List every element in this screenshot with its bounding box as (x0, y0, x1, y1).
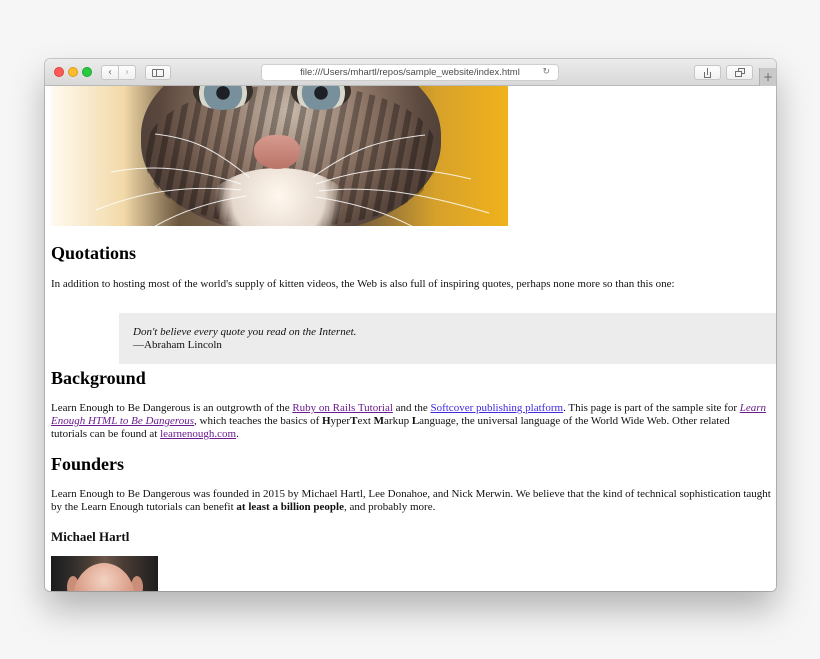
chevron-right-icon: › (125, 66, 129, 78)
maximize-window-button[interactable] (82, 67, 92, 77)
share-icon (703, 67, 712, 78)
browser-toolbar: ‹ › file:///Users/mhartl/repos/sample_we… (45, 59, 776, 86)
michael-hartl-heading: Michael Hartl (51, 529, 130, 544)
address-text: file:///Users/mhartl/repos/sample_websit… (300, 67, 520, 78)
kitten-whiskers (95, 133, 490, 226)
billion-people-emphasis: at least a billion people (236, 501, 344, 513)
quote-author: —Abraham Lincoln (133, 339, 222, 351)
ruby-on-rails-tutorial-link[interactable]: Ruby on Rails Tutorial (292, 402, 393, 414)
background-text-2: and the (392, 402, 431, 414)
markup-initial: M (373, 415, 385, 427)
hyper-initial: H (321, 415, 331, 427)
text-rest: ext (357, 415, 374, 427)
tabs-icon (734, 68, 745, 77)
chevron-left-icon: ‹ (108, 66, 112, 78)
background-text-3: . This page is part of the sample site f… (563, 402, 740, 414)
sidebar-button[interactable] (145, 65, 171, 80)
new-tab-button[interactable]: + (759, 68, 776, 86)
plus-icon: + (762, 70, 774, 84)
michael-hartl-photo (51, 556, 158, 591)
close-window-button[interactable] (54, 67, 64, 77)
founders-heading: Founders (51, 454, 125, 474)
learnenough-link[interactable]: learnenough.com (160, 428, 236, 440)
forward-button[interactable]: › (118, 65, 136, 80)
markup-rest: arkup (384, 415, 412, 427)
web-page-content: Quotations In addition to hosting most o… (45, 86, 776, 591)
address-bar[interactable]: file:///Users/mhartl/repos/sample_websit… (261, 64, 559, 81)
reload-icon[interactable]: ↻ (542, 65, 550, 80)
hyper-rest: yper (330, 415, 351, 427)
quotation-block: Don't believe every quote you read on th… (119, 313, 776, 364)
browser-window: ‹ › file:///Users/mhartl/repos/sample_we… (45, 59, 776, 591)
background-text-1: Learn Enough to Be Dangerous is an outgr… (51, 402, 293, 414)
show-tabs-button[interactable] (726, 65, 753, 80)
minimize-window-button[interactable] (68, 67, 78, 77)
kitten-image (51, 86, 508, 226)
share-button[interactable] (694, 65, 721, 80)
background-text-4: , which teaches the basics of (194, 415, 322, 427)
quote-text: Don't believe every quote you read on th… (133, 326, 357, 338)
founders-paragraph: Learn Enough to Be Dangerous was founded… (51, 488, 771, 514)
quotations-intro: In addition to hosting most of the world… (51, 278, 675, 290)
background-text-5: . (236, 428, 239, 440)
back-button[interactable]: ‹ (101, 65, 119, 80)
sidebar-icon (152, 68, 164, 77)
founders-text-2: , and probably more. (343, 501, 436, 513)
background-paragraph: Learn Enough to Be Dangerous is an outgr… (51, 402, 766, 441)
background-heading: Background (51, 368, 146, 388)
photo-head (73, 563, 135, 591)
softcover-publishing-platform-link[interactable]: Softcover publishing platform (430, 402, 563, 414)
quotations-heading: Quotations (51, 243, 137, 263)
